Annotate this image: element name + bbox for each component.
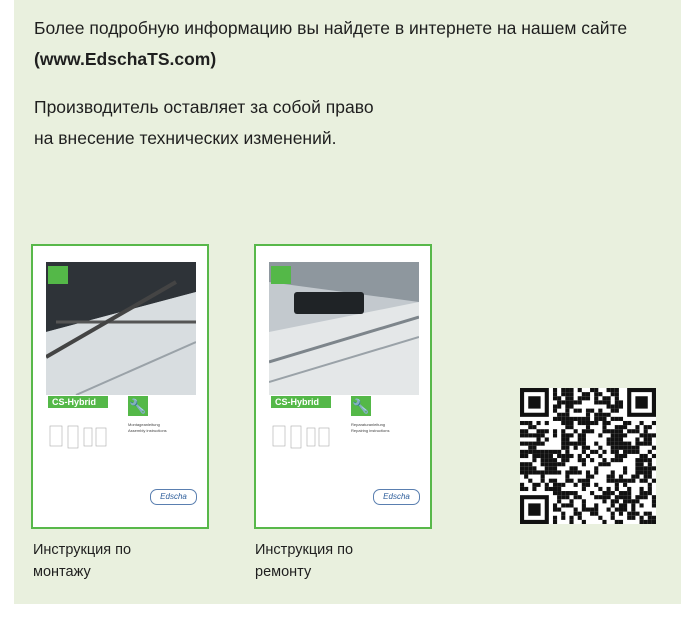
website-info-text: Более подробную информацию вы найдете в … — [34, 18, 628, 38]
assembly-manual-caption: Инструкция по монтажу — [33, 542, 132, 580]
wrench-icon: 🔧 — [128, 396, 148, 416]
cover-tag — [271, 266, 291, 284]
product-name: CS-Hybrid — [271, 396, 331, 408]
wrench-plus-icon: 🔧 — [351, 396, 371, 416]
qr-code-icon[interactable] — [520, 388, 656, 524]
manual-title: Montageanleitung Assembly instructions — [128, 422, 167, 434]
repair-manual-cover[interactable]: CS-Hybrid 🔧 Reparaturanleitung Repairing… — [254, 244, 432, 529]
repair-manual-caption: Инструкция по ремонту — [255, 542, 354, 580]
edscha-logo: Edscha — [373, 489, 420, 505]
cover-tag — [48, 266, 68, 284]
product-name: CS-Hybrid — [48, 396, 108, 408]
edscha-logo: Edscha — [150, 489, 197, 505]
website-info: Более подробную информацию вы найдете в … — [34, 13, 654, 75]
cover-photo — [269, 262, 419, 395]
diagram-sketch — [271, 422, 331, 454]
website-link[interactable]: (www.EdschaTS.com) — [34, 49, 216, 69]
manual-title-en: Assembly instructions — [128, 428, 167, 433]
cover-photo — [46, 262, 196, 395]
assembly-manual-cover[interactable]: CS-Hybrid 🔧 Montageanleitung Assembly in… — [31, 244, 209, 529]
disclaimer-text: Производитель оставляет за собой право н… — [34, 97, 374, 148]
manual-title-en: Repairing instructions — [351, 428, 390, 433]
diagram-sketch — [48, 422, 108, 454]
manual-title: Reparaturanleitung Repairing instruction… — [351, 422, 389, 434]
